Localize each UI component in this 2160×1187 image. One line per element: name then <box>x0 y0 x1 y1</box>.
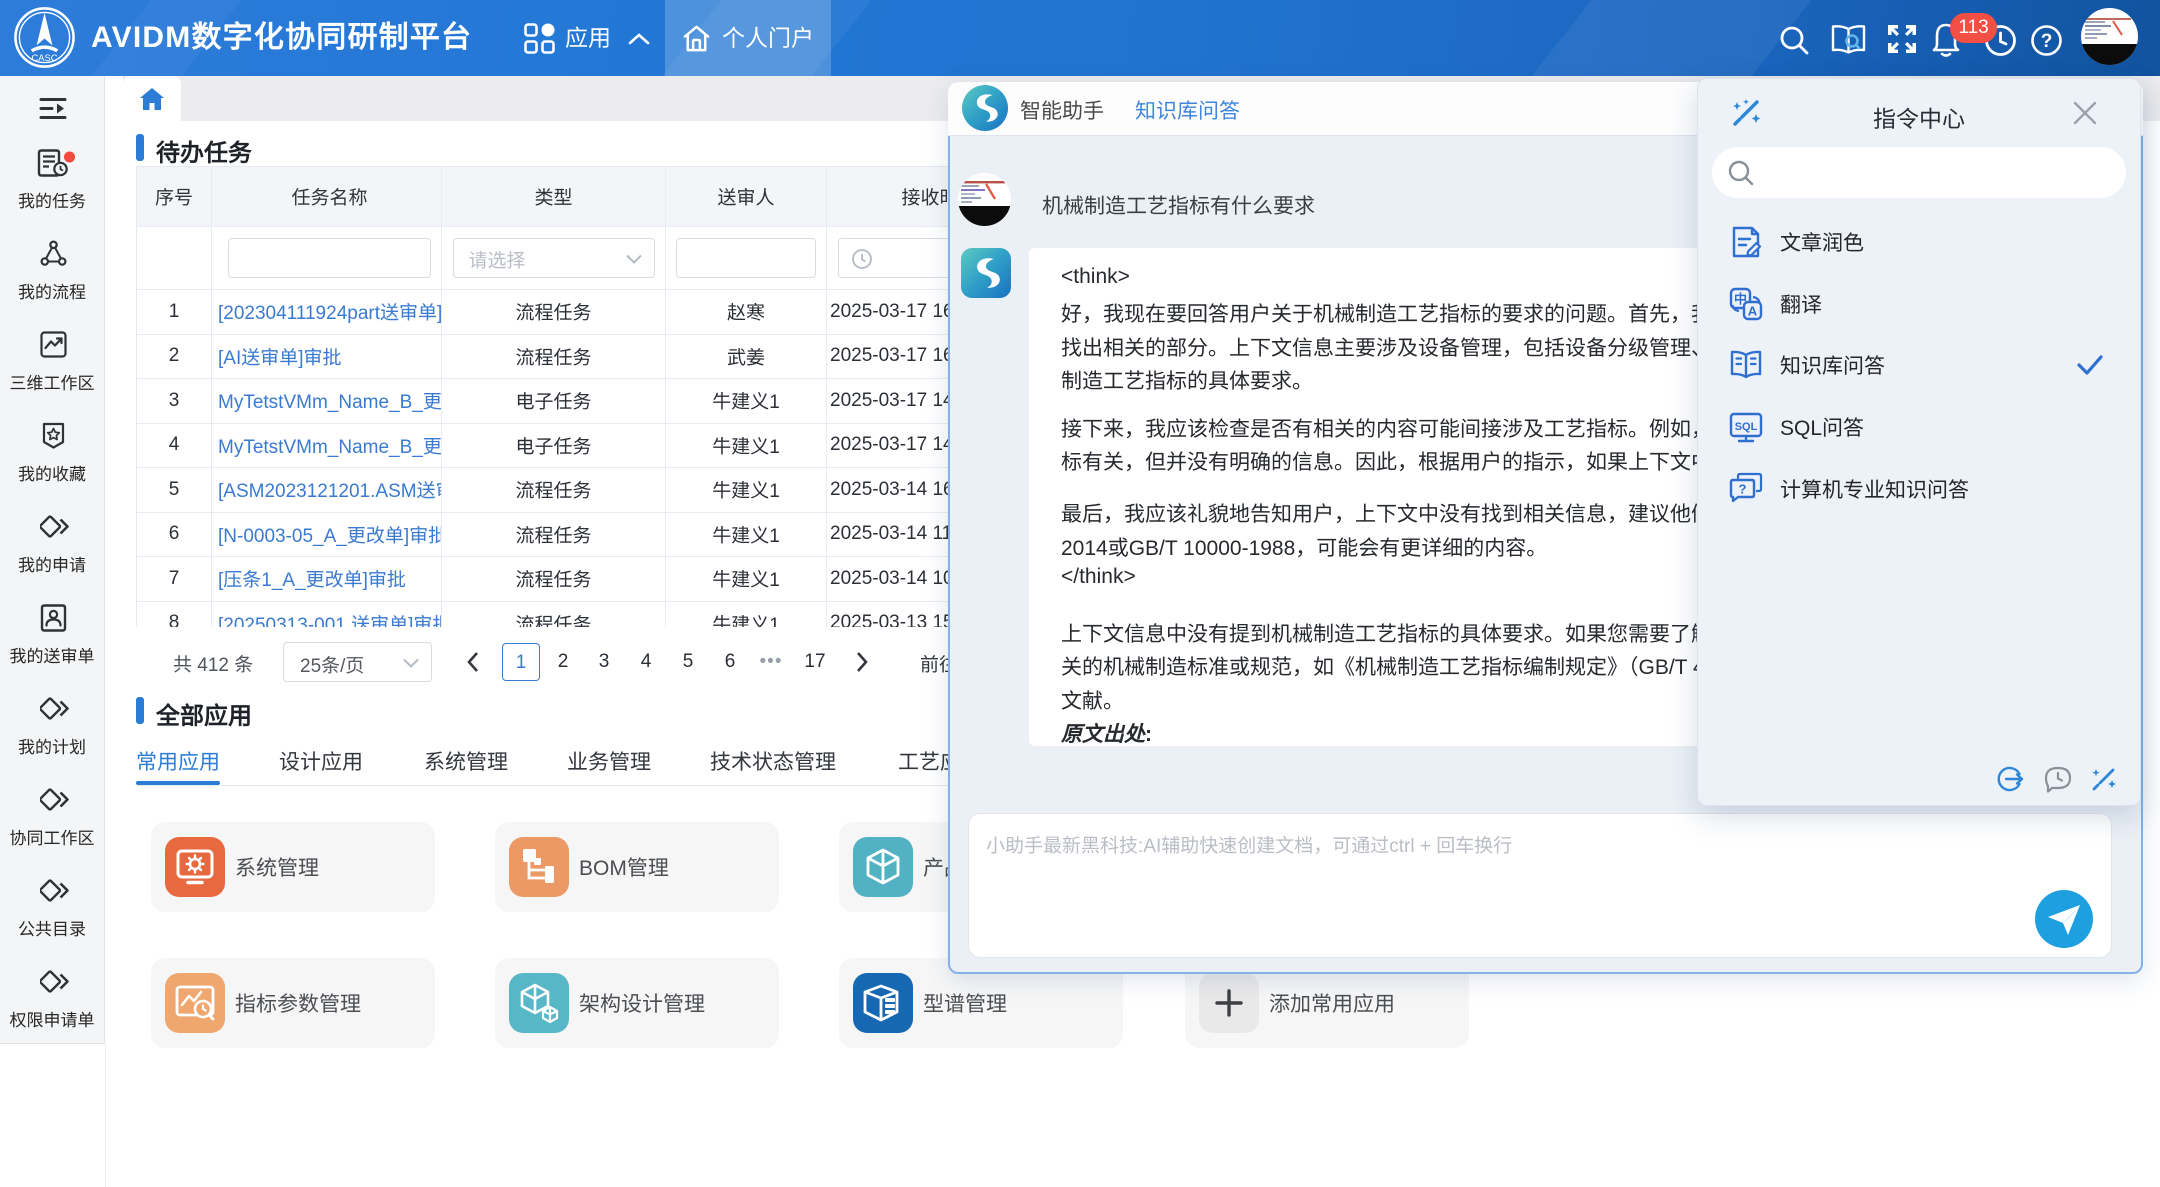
svg-text:?: ? <box>1739 482 1747 497</box>
svg-text:SQL: SQL <box>1735 421 1758 433</box>
svg-text:A: A <box>1748 304 1758 319</box>
svg-text:?: ? <box>2041 31 2053 52</box>
svg-text:CASC: CASC <box>32 53 58 63</box>
